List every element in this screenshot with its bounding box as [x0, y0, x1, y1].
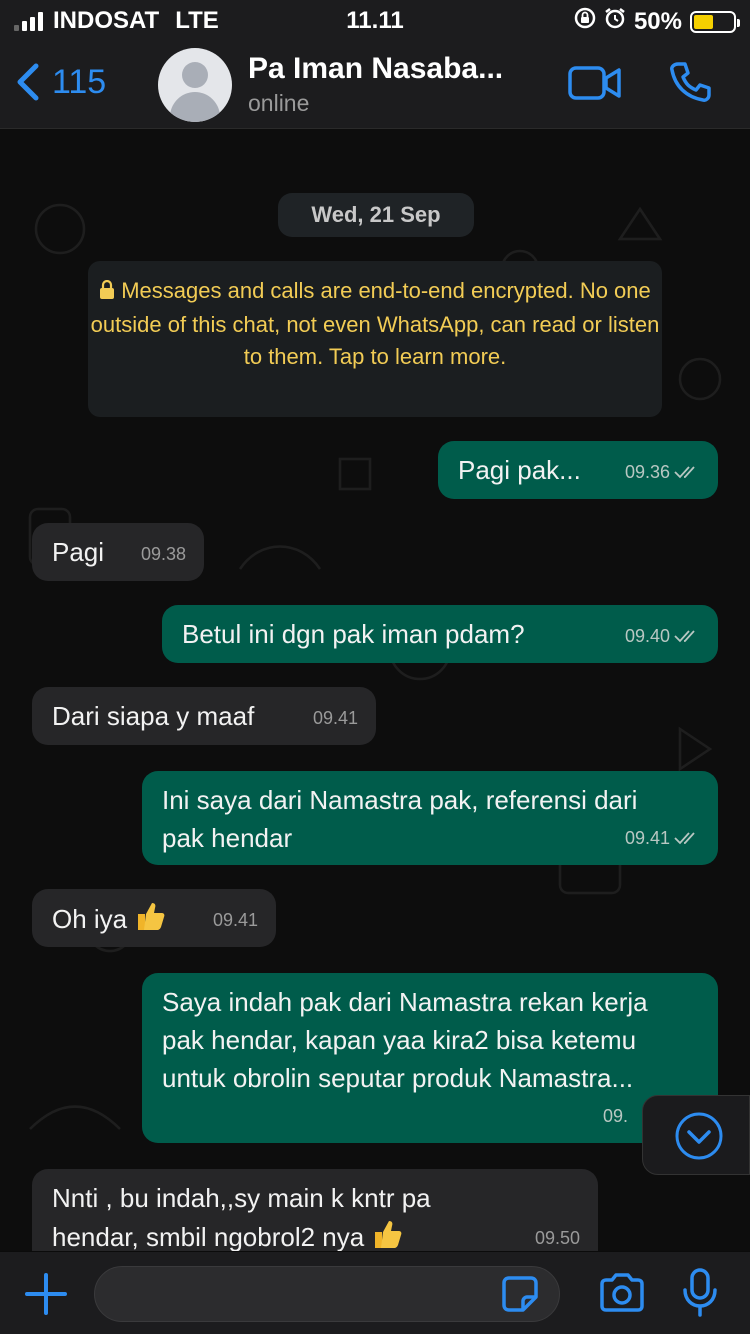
- encryption-notice-text: Messages and calls are end-to-end encryp…: [90, 278, 660, 369]
- voice-call-button[interactable]: [668, 60, 712, 109]
- camera-button[interactable]: [598, 1272, 646, 1319]
- message-bubble-incoming[interactable]: Nnti , bu indah,,sy main k kntr pa henda…: [32, 1169, 598, 1251]
- message-time: 09.41: [624, 828, 670, 848]
- message-time: 09.41: [312, 708, 358, 728]
- message-time: 09.: [602, 1106, 628, 1126]
- message-meta: 09.41: [213, 901, 258, 939]
- video-call-icon: [568, 66, 621, 100]
- contact-info[interactable]: Pa Iman Nasaba... online: [248, 52, 503, 117]
- back-button[interactable]: 115: [14, 62, 106, 102]
- scroll-to-bottom-button[interactable]: [642, 1095, 750, 1175]
- attach-button[interactable]: [24, 1272, 68, 1321]
- sticker-icon: [502, 1276, 538, 1312]
- message-meta: 09.41: [313, 699, 358, 737]
- battery-icon: [690, 10, 740, 33]
- message-bubble-outgoing[interactable]: Pagi pak... 09.36: [438, 441, 718, 499]
- message-time: 09.38: [140, 544, 186, 564]
- message-meta: 09.: [603, 1097, 628, 1135]
- message-time: 09.36: [624, 462, 670, 482]
- message-meta: 09.50: [535, 1219, 580, 1251]
- message-bubble-outgoing[interactable]: Saya indah pak dari Namastra rekan kerja…: [142, 973, 718, 1143]
- message-text: Dari siapa y maaf: [52, 701, 255, 731]
- chat-header: 115 Pa Iman Nasaba... online: [0, 40, 750, 129]
- thumbs-up-icon: [371, 1217, 405, 1251]
- thumbs-up-icon: [134, 899, 168, 943]
- battery-fill: [694, 14, 713, 29]
- input-bar: [0, 1252, 750, 1334]
- message-text: Ini saya dari Namastra pak, referensi da…: [162, 785, 638, 853]
- contact-name: Pa Iman Nasaba...: [248, 52, 504, 85]
- plus-icon: [25, 1273, 67, 1315]
- status-bar: INDOSAT LTE 11.11 50%: [0, 0, 750, 40]
- message-time: 09.41: [212, 910, 258, 930]
- message-time: 09.50: [534, 1228, 580, 1248]
- voice-message-button[interactable]: [682, 1268, 718, 1323]
- message-bubble-outgoing[interactable]: Betul ini dgn pak iman pdam? 09.40: [162, 605, 718, 663]
- unread-count: 115: [52, 62, 107, 101]
- orientation-lock-icon: [574, 7, 596, 36]
- chat-area[interactable]: Wed, 21 Sep Messages and calls are end-t…: [0, 129, 750, 1251]
- chevron-down-icon: [675, 1112, 723, 1160]
- message-time: 09.40: [624, 626, 670, 646]
- alarm-icon: [604, 7, 626, 36]
- message-text: Pagi pak...: [458, 455, 581, 485]
- back-chevron-icon: [17, 63, 39, 101]
- message-meta: 09.40: [625, 617, 700, 655]
- message-text: Saya indah pak dari Namastra rekan kerja…: [162, 987, 648, 1093]
- read-receipt-icon: [674, 466, 695, 479]
- date-separator: Wed, 21 Sep: [278, 193, 474, 237]
- message-bubble-incoming[interactable]: Oh iya 09.41: [32, 889, 276, 947]
- lock-icon: [99, 277, 115, 309]
- contact-status: online: [248, 90, 310, 116]
- message-meta: 09.38: [141, 535, 186, 573]
- video-call-button[interactable]: [568, 64, 622, 107]
- battery-percent: 50%: [633, 7, 682, 35]
- message-bubble-incoming[interactable]: Pagi 09.38: [32, 523, 204, 581]
- avatar[interactable]: [158, 48, 232, 122]
- camera-icon: [600, 1273, 644, 1312]
- message-text: Pagi: [52, 537, 105, 567]
- read-receipt-icon: [674, 832, 695, 845]
- message-bubble-outgoing[interactable]: Ini saya dari Namastra pak, referensi da…: [142, 771, 718, 865]
- status-right: 50%: [574, 7, 740, 36]
- message-bubble-incoming[interactable]: Dari siapa y maaf 09.41: [32, 687, 376, 745]
- message-text: Betul ini dgn pak iman pdam?: [182, 619, 525, 649]
- message-meta: 09.36: [625, 453, 700, 491]
- message-meta: 09.41: [625, 819, 700, 857]
- microphone-icon: [683, 1268, 717, 1317]
- phone-icon: [670, 62, 711, 102]
- encryption-notice[interactable]: Messages and calls are end-to-end encryp…: [88, 261, 662, 417]
- message-input[interactable]: [94, 1266, 560, 1322]
- sticker-button[interactable]: [501, 1275, 539, 1318]
- message-text: Oh iya: [52, 903, 128, 934]
- read-receipt-icon: [674, 630, 695, 643]
